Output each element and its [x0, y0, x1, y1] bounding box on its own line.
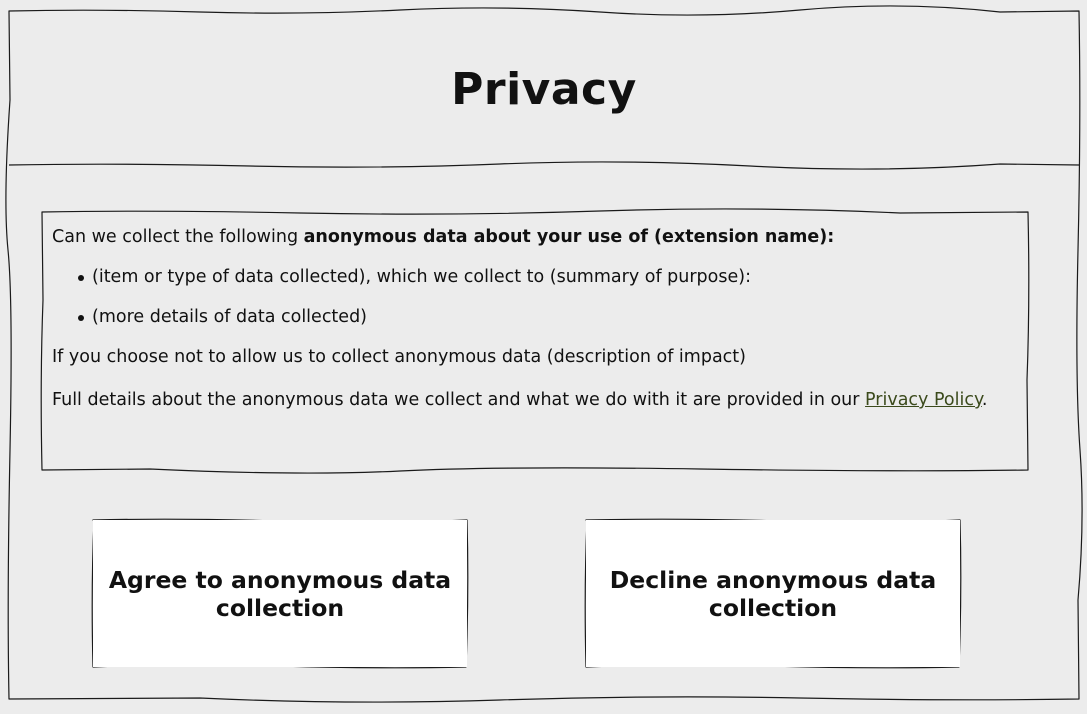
details-prefix: Full details about the anonymous data we… — [52, 390, 866, 410]
details-suffix: . — [981, 390, 988, 410]
decline-button[interactable]: Decline anonymous data collection — [586, 520, 960, 667]
agree-button[interactable]: Agree to anonymous data collection — [93, 520, 467, 667]
decline-button-label: Decline anonymous data collection — [609, 565, 937, 622]
intro-bold: anonymous data about your use of (extens… — [303, 227, 835, 247]
list-item: (more details of data collected) — [78, 306, 1018, 328]
page-header: Privacy — [9, 11, 1079, 165]
details-text: Full details about the anonymous data we… — [52, 389, 1018, 411]
intro-text: Can we collect the following anonymous d… — [52, 226, 1018, 248]
agree-button-label: Agree to anonymous data collection — [108, 565, 452, 622]
page-title: Privacy — [451, 63, 637, 115]
privacy-info-box: Can we collect the following anonymous d… — [42, 212, 1028, 470]
privacy-policy-link[interactable]: Privacy Policy — [865, 390, 982, 410]
list-item: (item or type of data collected), which … — [78, 266, 1018, 288]
intro-plain: Can we collect the following — [52, 227, 304, 247]
impact-text: If you choose not to allow us to collect… — [52, 347, 746, 367]
data-list: (item or type of data collected), which … — [52, 266, 1018, 328]
